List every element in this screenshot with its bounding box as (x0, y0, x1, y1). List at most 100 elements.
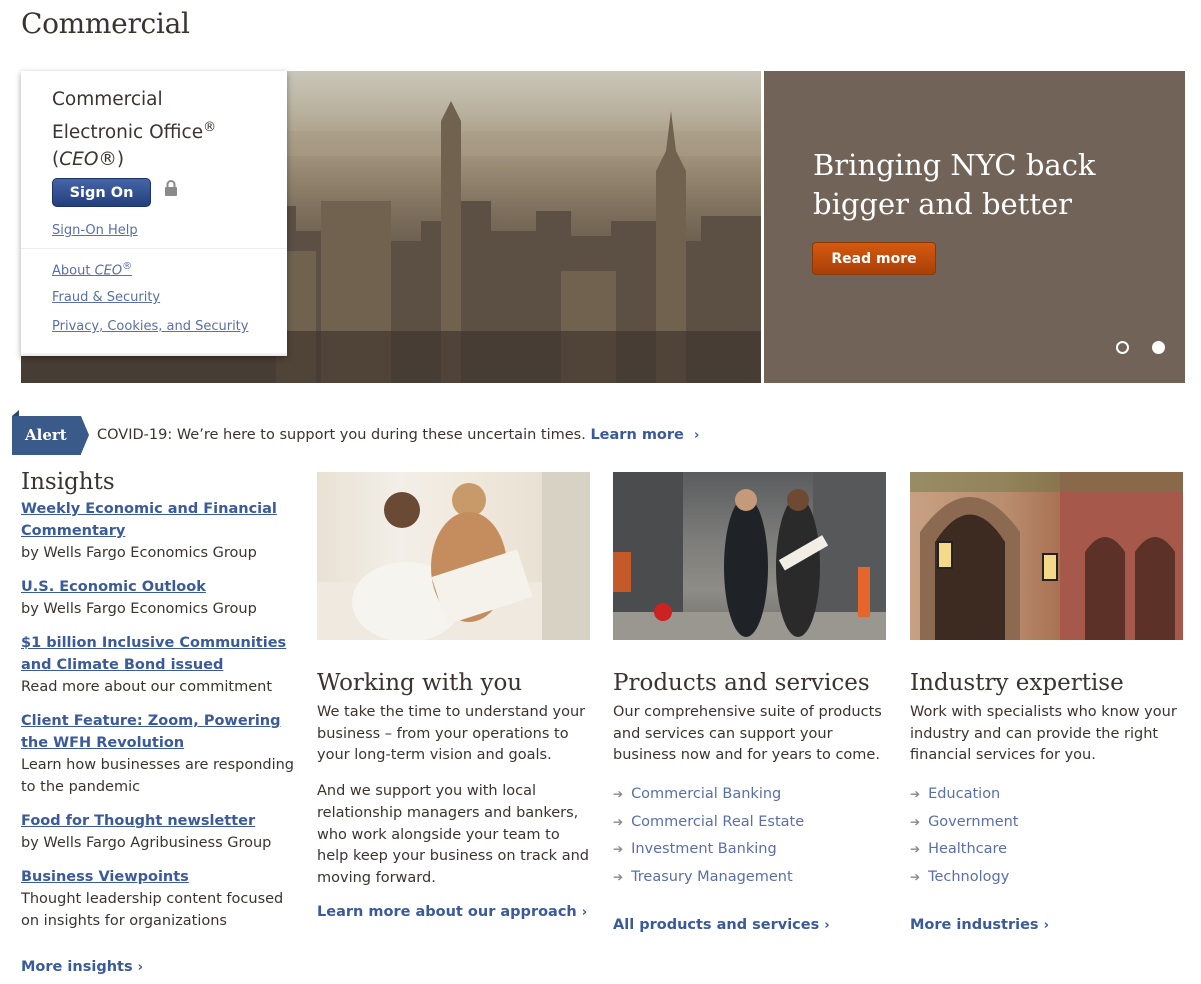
insight-link[interactable]: Business Viewpoints (21, 866, 301, 888)
industry-item[interactable]: ➔ Government (910, 809, 1183, 837)
signon-title-line1: Commercial (52, 89, 163, 110)
more-industries-link[interactable]: More industries › (910, 917, 1049, 933)
product-item-label: Commercial Real Estate (631, 813, 805, 830)
insight-desc: Read more about our commitment (21, 679, 273, 695)
industry-list: ➔ Education ➔ Government ➔ Healthcare ➔ Tech… (910, 781, 1183, 891)
learn-more-approach-link[interactable]: Learn more about our approach › (317, 904, 587, 920)
product-item[interactable]: ➔ Commercial Banking (613, 781, 886, 809)
industry-item-label: Healthcare (928, 841, 1008, 858)
chevron-right-icon: › (693, 428, 700, 443)
arrow-right-icon: ➔ (910, 787, 921, 802)
chevron-right-icon: › (824, 918, 830, 934)
arrow-right-icon: ➔ (910, 814, 921, 829)
insight-item: $1 billion Inclusive Communities and Cli… (21, 632, 301, 698)
street-photo (613, 472, 886, 640)
product-item[interactable]: ➔ Commercial Real Estate (613, 809, 886, 837)
privacy-cookies-link[interactable]: Privacy, Cookies, and Security (52, 319, 248, 334)
registered-mark: ® (203, 119, 217, 135)
insight-item: Weekly Economic and Financial Commentary… (21, 498, 301, 564)
fraud-security-link[interactable]: Fraud & Security (52, 290, 160, 305)
chevron-right-icon: › (1043, 918, 1049, 934)
chevron-right-icon: › (581, 904, 588, 920)
building-illustration (910, 472, 1183, 640)
product-item[interactable]: ➔ Treasury Management (613, 864, 886, 892)
product-item[interactable]: ➔ Investment Banking (613, 836, 886, 864)
insights-section: Insights Weekly Economic and Financial C… (21, 469, 301, 944)
insight-link[interactable]: $1 billion Inclusive Communities and Cli… (21, 632, 301, 676)
all-products-link[interactable]: All products and services › (613, 917, 830, 933)
about-ceo-link[interactable]: About CEO® (52, 261, 132, 278)
more-insights-label: More insights (21, 959, 133, 975)
insight-item: Food for Thought newsletter by Wells Far… (21, 810, 301, 854)
arrow-right-icon: ➔ (613, 787, 624, 802)
alert-learn-more-label: Learn more (590, 427, 684, 443)
insight-desc: by Wells Fargo Agribusiness Group (21, 835, 272, 851)
more-industries-label: More industries (910, 917, 1039, 934)
insight-link[interactable]: Weekly Economic and Financial Commentary (21, 498, 301, 542)
chevron-right-icon: › (137, 960, 143, 975)
signon-title: Commercial Electronic Office® (CEO®) (52, 86, 262, 174)
alert-learn-more-link[interactable]: Learn more › (590, 427, 699, 443)
insight-item: Business Viewpoints Thought leadership c… (21, 866, 301, 932)
alert-text: COVID-19: We’re here to support you duri… (97, 427, 586, 443)
industry-item[interactable]: ➔ Technology (910, 864, 1183, 892)
insight-link[interactable]: Client Feature: Zoom, Powering the WFH R… (21, 710, 301, 754)
insight-link[interactable]: U.S. Economic Outlook (21, 576, 301, 598)
alert-message: COVID-19: We’re here to support you duri… (97, 427, 699, 443)
working-with-you-section: Working with you We take the time to und… (317, 472, 590, 920)
products-services-section: Products and services Our comprehensive … (613, 472, 886, 933)
industry-item[interactable]: ➔ Education (910, 781, 1183, 809)
arrow-right-icon: ➔ (910, 842, 921, 857)
industry-item-label: Technology (928, 868, 1010, 885)
read-more-button[interactable]: Read more (812, 242, 936, 275)
products-list: ➔ Commercial Banking ➔ Commercial Real Est… (613, 781, 886, 891)
insight-item: Client Feature: Zoom, Powering the WFH R… (21, 710, 301, 798)
products-title: Products and services (613, 670, 870, 696)
industry-para: Work with specialists who know your indu… (910, 704, 1177, 764)
signon-box: Commercial Electronic Office® (CEO®) Sig… (21, 71, 287, 356)
products-para: Our comprehensive suite of products and … (613, 704, 882, 764)
alert-badge: Alert (12, 410, 89, 455)
working-para-2: And we support you with local relationsh… (317, 783, 589, 886)
signon-title-line2: Electronic Office (52, 121, 204, 143)
arrow-right-icon: ➔ (613, 869, 624, 884)
about-ceo-em: CEO (94, 263, 123, 279)
street-illustration (613, 472, 886, 640)
insight-desc: Learn how businesses are responding to t… (21, 757, 295, 795)
building-photo (910, 472, 1183, 640)
working-title: Working with you (317, 670, 523, 696)
insights-title: Insights (21, 469, 115, 495)
hero-headline: Bringing NYC back bigger and better (813, 148, 1096, 221)
insight-desc: Thought leadership content focused on in… (21, 891, 284, 929)
carousel-dot-2[interactable] (1152, 341, 1165, 354)
industry-item-label: Government (928, 813, 1019, 830)
insight-link[interactable]: Food for Thought newsletter (21, 810, 301, 832)
sign-on-help-link[interactable]: Sign-On Help (52, 223, 138, 238)
all-products-label: All products and services (613, 917, 820, 934)
carousel-dot-1[interactable] (1116, 341, 1129, 354)
signon-title-ceo: CEO (59, 149, 99, 171)
learn-more-approach-label: Learn more about our approach (317, 903, 577, 920)
page-title: Commercial (21, 7, 190, 40)
arrow-right-icon: ➔ (910, 869, 921, 884)
sign-on-button[interactable]: Sign On (52, 178, 151, 207)
signon-title-paren-close: ®) (98, 149, 125, 171)
arrow-right-icon: ➔ (613, 814, 624, 829)
product-item-label: Commercial Banking (631, 786, 782, 803)
working-para-1: We take the time to understand your busi… (317, 704, 586, 764)
signon-divider (21, 248, 287, 249)
about-ceo-text: About (52, 263, 95, 279)
industry-expertise-section: Industry expertise Work with specialists… (910, 472, 1183, 933)
arrow-right-icon: ➔ (613, 842, 624, 857)
industry-item[interactable]: ➔ Healthcare (910, 836, 1183, 864)
product-item-label: Investment Banking (631, 841, 777, 858)
insight-item: U.S. Economic Outlook by Wells Fargo Eco… (21, 576, 301, 620)
insight-desc: by Wells Fargo Economics Group (21, 545, 257, 561)
meeting-illustration (317, 472, 590, 640)
insight-desc: by Wells Fargo Economics Group (21, 601, 257, 617)
about-ceo-reg: ® (122, 261, 133, 272)
product-item-label: Treasury Management (631, 868, 793, 885)
meeting-photo (317, 472, 590, 640)
industry-title: Industry expertise (910, 670, 1124, 696)
more-insights-link[interactable]: More insights › (21, 959, 143, 975)
